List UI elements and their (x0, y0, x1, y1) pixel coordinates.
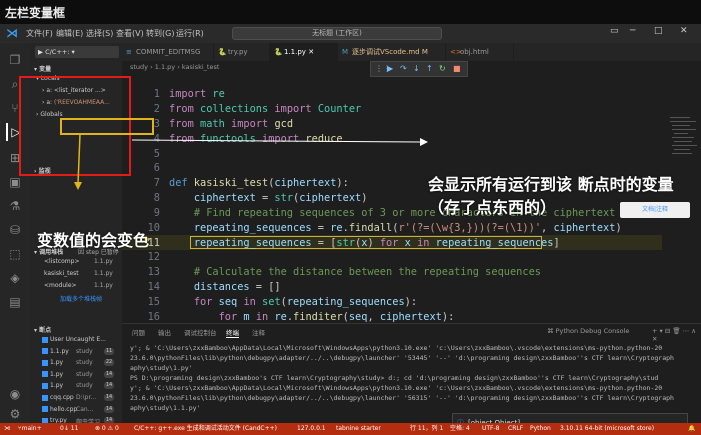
annotation-left: 变数值的会变色 (37, 231, 150, 250)
page-caption: 左栏变量框 (0, 0, 701, 24)
annotation-doc-badge: 文档|注释 (620, 202, 690, 218)
vscode-window: ⋊ 文件(F) 编辑(E) 选择(S) 查看(V) 转到(G) 运行(R) 无标… (0, 24, 701, 435)
